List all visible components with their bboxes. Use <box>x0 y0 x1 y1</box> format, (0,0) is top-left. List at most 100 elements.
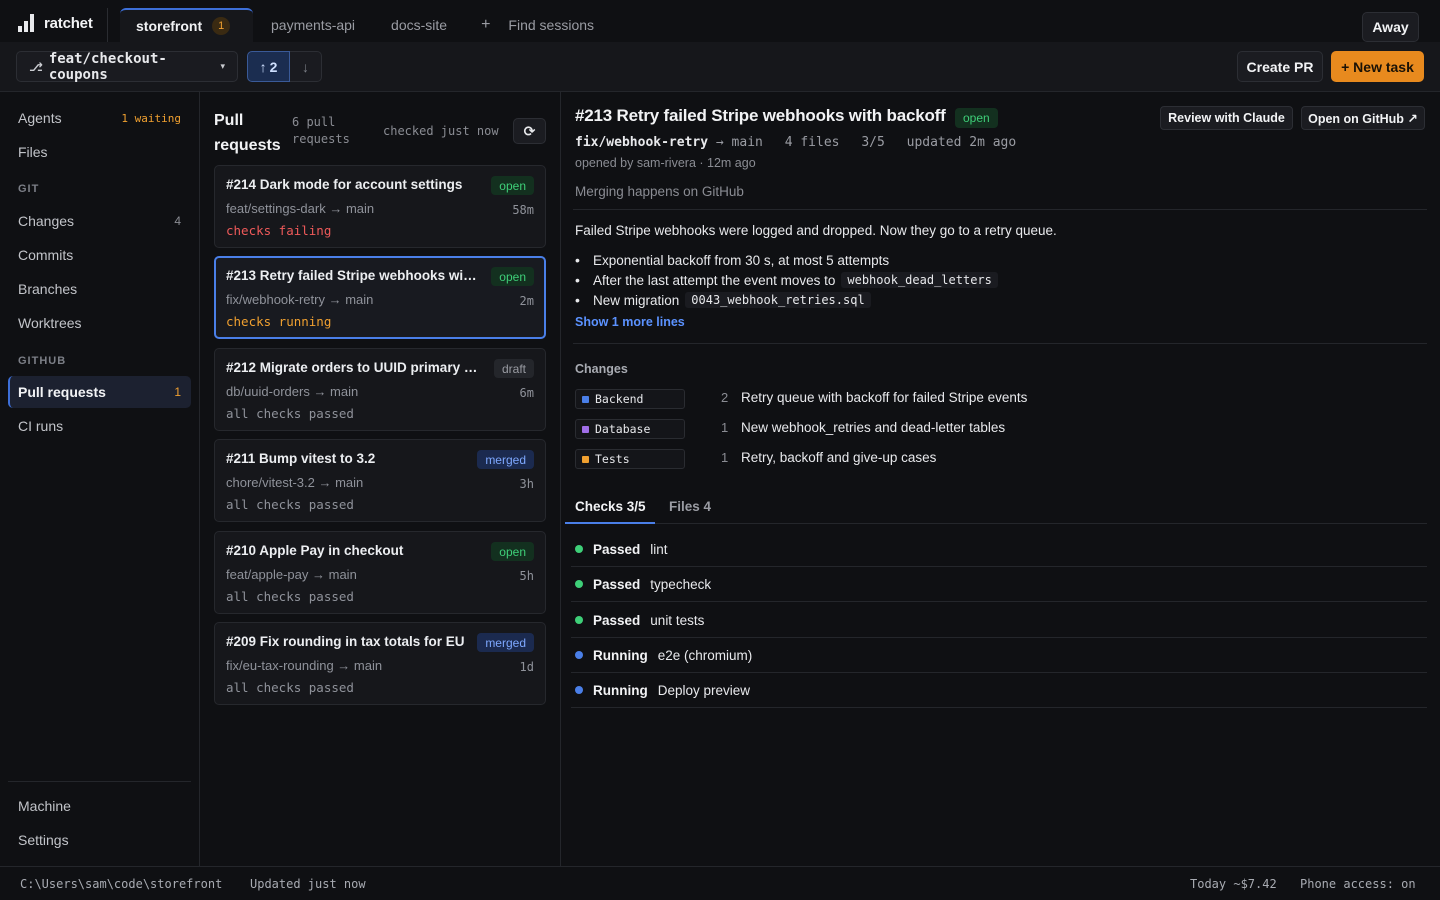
check-row[interactable]: Passed unit tests <box>571 603 1427 638</box>
open-on-github-button[interactable]: Open on GitHub ↗ <box>1301 106 1425 130</box>
bullet-text: New migration <box>593 292 680 308</box>
tag-label: Backend <box>595 392 644 406</box>
tab-label: docs-site <box>391 17 448 33</box>
ratchet-logo-icon <box>18 14 34 32</box>
pr-checks: checks running <box>226 314 332 329</box>
divider <box>573 343 1427 344</box>
brand: ratchet <box>18 14 93 32</box>
arrow-up-icon: ↑ <box>259 58 267 75</box>
status-dot-icon <box>575 580 583 588</box>
pr-age: 58m <box>512 203 534 217</box>
refresh-icon: ⟳ <box>523 122 536 139</box>
check-row[interactable]: Running Deploy preview <box>571 673 1427 708</box>
pr-card[interactable]: #212 Migrate orders to UUID primary keys… <box>214 348 546 431</box>
app-name: ratchet <box>44 14 93 32</box>
status-badge: open <box>491 542 534 561</box>
tag-label: Database <box>595 422 651 436</box>
sidebar-item-files[interactable]: Files <box>8 136 191 168</box>
change-tag: Backend <box>575 389 685 409</box>
color-swatch <box>582 425 589 433</box>
pr-card-selected[interactable]: #213 Retry failed Stripe webhooks with b… <box>214 256 546 339</box>
list-item: • Exponential backoff from 30 s, at most… <box>575 250 1375 270</box>
review-with-claude-button[interactable]: Review with Claude <box>1160 106 1293 130</box>
pr-age: 6m <box>519 386 534 400</box>
tab-docs-site[interactable]: docs-site <box>373 8 465 42</box>
add-tab-icon[interactable]: + <box>465 8 506 42</box>
checked-status: checked just now <box>383 124 499 138</box>
tab-badge: 1 <box>212 17 231 35</box>
sidebar-item-pull-requests[interactable]: Pull requests 1 <box>8 376 191 408</box>
list-item: • New migration 0043_webhook_retries.sql <box>575 290 1375 310</box>
sidebar-item-label: Machine <box>18 798 71 814</box>
sidebar-item-settings[interactable]: Settings <box>8 824 191 856</box>
check-row[interactable]: Passed typecheck <box>571 567 1427 602</box>
sidebar-item-label: Agents <box>18 110 62 126</box>
check-name: lint <box>650 541 668 557</box>
new-task-button[interactable]: + New task <box>1331 51 1424 82</box>
pr-card[interactable]: #209 Fix rounding in tax totals for EU m… <box>214 622 546 705</box>
tab-files[interactable]: Files 4 <box>669 494 711 524</box>
check-name: Deploy preview <box>657 682 751 698</box>
session-tabs: storefront 1 payments-api docs-site + Fi… <box>120 8 612 42</box>
pull-requests-count: 1 <box>174 385 181 399</box>
refresh-button[interactable]: ⟳ <box>513 118 546 144</box>
show-more-link[interactable]: Show 1 more lines <box>575 315 685 329</box>
change-tag: Database <box>575 419 685 439</box>
branch-icon: ⎇ <box>29 59 43 74</box>
status-badge: open <box>491 176 534 195</box>
title-line: Pull <box>214 112 244 129</box>
pr-checks: all checks passed <box>226 680 354 695</box>
sidebar-item-label: Pull requests <box>18 384 106 400</box>
away-button[interactable]: Away <box>1362 12 1419 42</box>
pr-branch: feat/settings-dark → main <box>226 201 375 216</box>
check-row[interactable]: Running e2e (chromium) <box>571 638 1427 673</box>
tab-checks[interactable]: Checks 3/5 <box>565 494 655 524</box>
tab-storefront[interactable]: storefront 1 <box>120 8 253 42</box>
change-row[interactable]: Tests 1 Retry, backoff and give-up cases <box>575 449 1275 469</box>
check-status: Passed <box>593 576 641 592</box>
chevron-down-icon: ▾ <box>220 61 225 71</box>
phone-access-status[interactable]: Phone access: on <box>1300 877 1416 891</box>
status-dot-icon <box>575 545 583 553</box>
change-count: 2 <box>721 390 729 405</box>
check-row[interactable]: Passed lint <box>571 532 1427 567</box>
pr-card[interactable]: #210 Apple Pay in checkout open feat/app… <box>214 531 546 614</box>
sidebar-item-machine[interactable]: Machine <box>8 790 191 822</box>
sidebar-item-agents[interactable]: Agents 1 waiting <box>8 102 191 134</box>
sidebar-item-commits[interactable]: Commits <box>8 239 191 271</box>
sidebar-item-changes[interactable]: Changes 4 <box>8 205 191 237</box>
pr-card[interactable]: #214 Dark mode for account settings open… <box>214 165 546 248</box>
sidebar-item-branches[interactable]: Branches <box>8 273 191 305</box>
pr-checks: all checks passed <box>226 497 354 512</box>
merging-note: Merging happens on GitHub <box>575 184 744 199</box>
pr-age: 3h <box>519 477 534 491</box>
push-button[interactable]: ↑ 2 <box>247 51 290 82</box>
pr-meta: fix/webhook-retry → main 4 files 3/5 upd… <box>575 135 1016 150</box>
check-status: Running <box>593 682 648 698</box>
pr-title: #210 Apple Pay in checkout <box>226 543 404 558</box>
pr-card[interactable]: #211 Bump vitest to 3.2 merged chore/vit… <box>214 439 546 522</box>
change-row[interactable]: Database 1 New webhook_retries and dead-… <box>575 419 1275 439</box>
pr-age: 1d <box>519 660 534 674</box>
pr-title: #209 Fix rounding in tax totals for EU <box>226 634 465 649</box>
color-swatch <box>582 455 589 463</box>
pr-description: Failed Stripe webhooks were logged and d… <box>575 223 1057 238</box>
pr-checks: all checks passed <box>226 589 354 604</box>
sidebar-item-worktrees[interactable]: Worktrees <box>8 307 191 339</box>
sidebar-item-label: Branches <box>18 281 78 297</box>
sidebar-item-ci-runs[interactable]: CI runs <box>8 410 191 442</box>
check-status: Running <box>593 647 648 663</box>
change-row[interactable]: Backend 2 Retry queue with backoff for f… <box>575 389 1275 409</box>
create-pr-button[interactable]: Create PR <box>1237 51 1323 82</box>
pr-title: #213 Retry failed Stripe webhooks with b… <box>226 268 478 283</box>
pr-branch: fix/eu-tax-rounding → main <box>226 658 383 673</box>
sidebar: Agents 1 waiting Files GIT Changes 4 Com… <box>0 92 200 866</box>
status-badge: merged <box>477 450 534 469</box>
pull-button[interactable]: ↓ <box>290 51 322 82</box>
pr-count: 6 pull requests <box>292 114 350 148</box>
branch-selector[interactable]: ⎇ feat/checkout-coupons ▾ <box>16 51 238 83</box>
find-sessions-button[interactable]: Find sessions <box>506 8 612 42</box>
change-tag: Tests <box>575 449 685 469</box>
pr-title: #214 Dark mode for account settings <box>226 177 463 192</box>
tab-payments-api[interactable]: payments-api <box>253 8 373 42</box>
